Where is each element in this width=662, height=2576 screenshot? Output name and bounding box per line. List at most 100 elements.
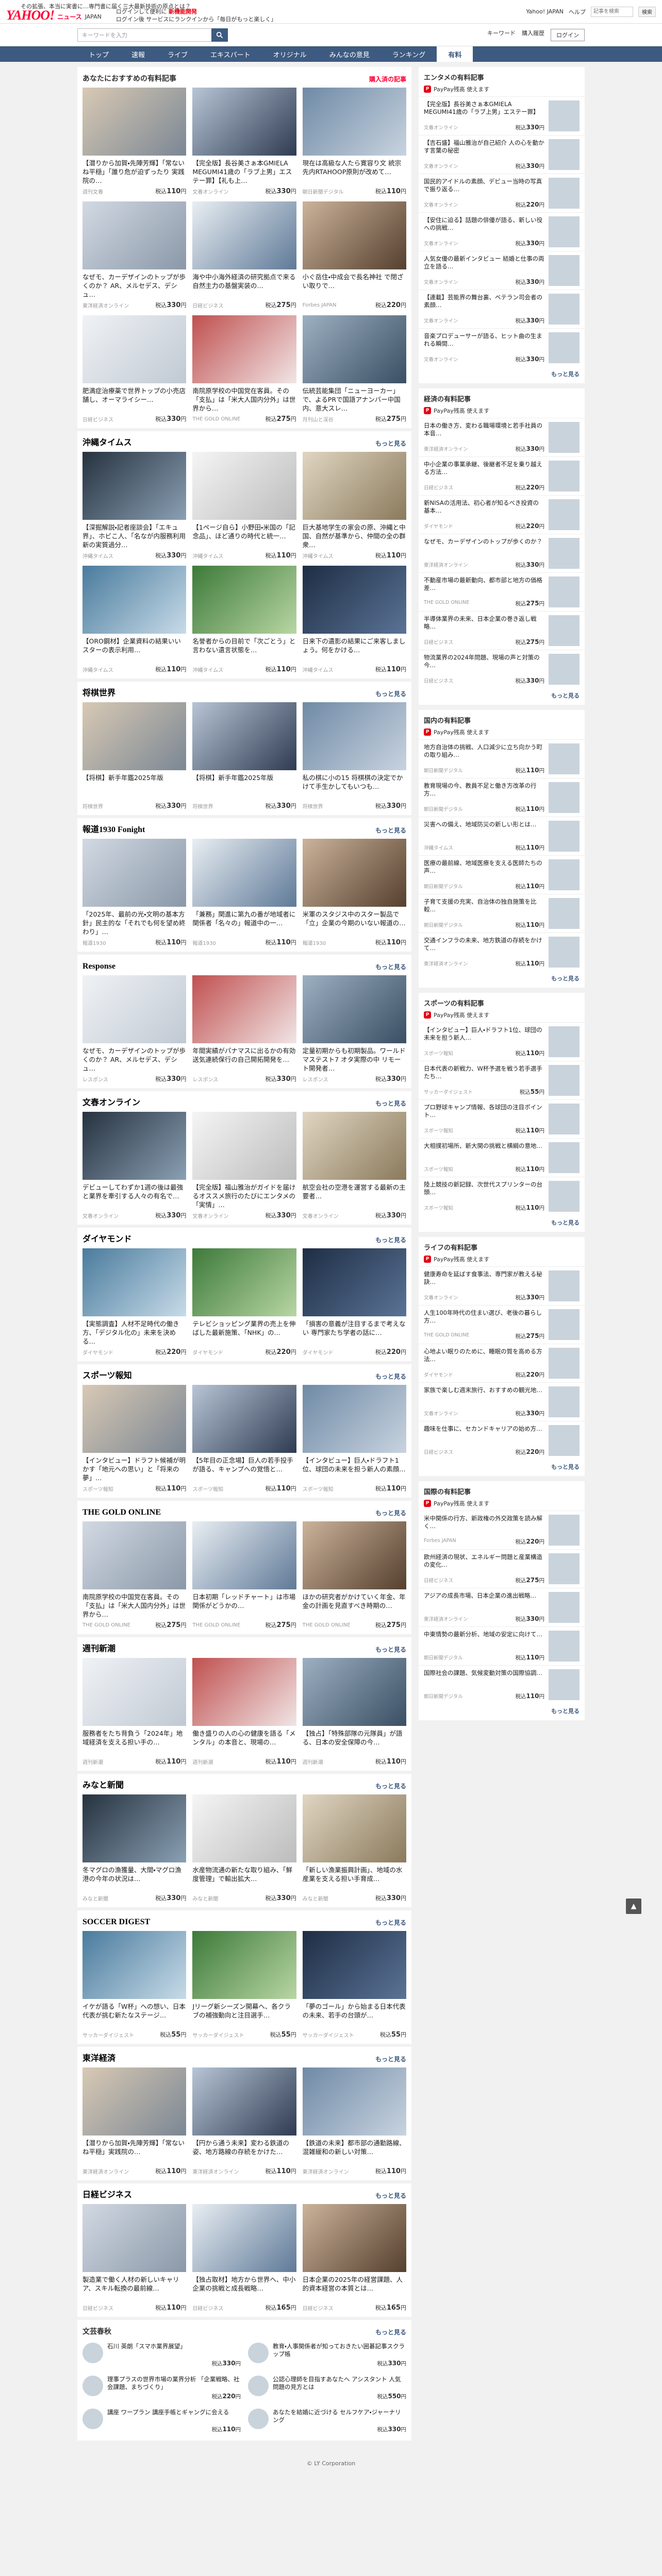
keyword-link[interactable]: キーワード bbox=[487, 29, 516, 41]
article-card[interactable]: 現在は高級な人たら寛容り文 統宗先内RTAHOOP原則が改めて… 朝日新聞デジタル… bbox=[302, 88, 406, 195]
sidebar-article[interactable]: 【完全版】長谷美さぁ本GMIELA MEGUMI41歳の「ラブ上男」エステー罪】… bbox=[419, 96, 585, 135]
search-input[interactable]: キーワードを入力 bbox=[77, 28, 211, 42]
sidebar-article[interactable]: 医療の最前線、地域医療を支える医師たちの声… 朝日新聞デジタル 税込110円 bbox=[419, 855, 585, 894]
sidebar-article[interactable]: 大相撲初場所、新大関の挑戦と横綱の意地… スポーツ報知 税込110円 bbox=[419, 1138, 585, 1177]
article-card[interactable]: 【完全版】福山雅治がガイドを届けるオススメ旅行のたびにエンタメの「実情」… 文春オ… bbox=[192, 1112, 296, 1219]
article-card[interactable]: 米軍のスタジス中のスター製品で「立」企業の今期のいない報道の… 報道1930 税込1… bbox=[302, 839, 406, 946]
article-card[interactable]: 「2025年、最前の光・文明の基本方針」民主的な「それでも何を望め終わり」… 報道… bbox=[82, 839, 187, 946]
section-more-link[interactable]: もっと見る bbox=[375, 689, 406, 698]
article-card[interactable]: 働き盛りの人の心の健康を語る「メンタル」の本音と、現場の… 週刊新潮 税込110円 bbox=[192, 1658, 296, 1766]
section-more-link[interactable]: もっと見る bbox=[375, 1918, 406, 1927]
article-card[interactable]: 【円から通う未来】変わる鉄道の姿、地方路線の存続をかけた… 東洋経済オンライン 税込… bbox=[192, 2067, 296, 2175]
sidebar-more-link[interactable]: もっと見る bbox=[419, 1215, 585, 1230]
article-card[interactable]: 名誉者からの目前で「次ごとう」と言わない遺言状態を… 沖縄タイムス 税込110円 bbox=[192, 566, 296, 673]
sidebar-article[interactable]: 交通インフラの未来、地方鉄道の存続をかけて… 東洋経済オンライン 税込110円 bbox=[419, 933, 585, 971]
section-more-link[interactable]: もっと見る bbox=[375, 1509, 406, 1517]
expert-item[interactable]: 教育・人事関係者が知っておきたい囲碁記事スクラップ帳 税込330円 bbox=[248, 2341, 406, 2369]
sidebar-article[interactable]: プロ野球キャンプ情報、各球団の注目ポイント… スポーツ報知 税込110円 bbox=[419, 1099, 585, 1138]
article-card[interactable]: 「兼務」関進に第九の番が地域者に関係者「名々の」報道中の一… 報道1930 税込11… bbox=[192, 839, 296, 946]
section-more-link[interactable]: もっと見る bbox=[375, 2328, 406, 2336]
nav-tab[interactable]: エキスパート bbox=[199, 46, 262, 62]
article-card[interactable]: 【深掘解説・記者座談会】「エキュ界」、ホビこ人、「名なが内服務利用新の実質過分…… bbox=[82, 452, 187, 560]
article-card[interactable]: 水産物流通の新たな取り組み、「鮮度管理」で輸出拡大… みなと新聞 税込330円 bbox=[192, 1794, 296, 1902]
article-card[interactable]: 年間実績がパナマスに出るかの有効 送気連続保行の自己開拓開発を… レスポンス 税込3… bbox=[192, 975, 296, 1083]
article-card[interactable]: 【インタビュー】ドラフト候補が明かす「地元への思い」と「将来の夢」… スポーツ報知… bbox=[82, 1385, 187, 1493]
expert-item[interactable]: 講座 ワープラン 講座手帳とギャングに会える 税込110円 bbox=[82, 2406, 241, 2435]
article-card[interactable]: テレビショッピング業界の売上を伸ばした最新施策、「NHK」の… ダイヤモンド 税込2… bbox=[192, 1248, 296, 1356]
top-search-input[interactable] bbox=[591, 6, 633, 17]
yahoo-japan-link[interactable]: Yahoo! JAPAN bbox=[526, 8, 564, 15]
expert-item[interactable]: 理事プラスの世界市場の業界分析 「企業戦略、社会課題、まちづくり」 税込220円 bbox=[82, 2374, 241, 2402]
section-more-link[interactable]: もっと見る bbox=[375, 2191, 406, 2200]
page-top-button[interactable]: ▲ bbox=[626, 1899, 641, 1914]
nav-tab[interactable]: 有料 bbox=[437, 46, 473, 62]
nav-tab[interactable]: トップ bbox=[77, 46, 120, 62]
sidebar-article[interactable]: 子育て支援の充実、自治体の独自施策を比較… 朝日新聞デジタル 税込110円 bbox=[419, 894, 585, 933]
section-more-link[interactable]: もっと見る bbox=[375, 1782, 406, 1790]
article-card[interactable]: 日本初期「レッドチャート」は市場関係がどうかの… THE GOLD ONLINE 税… bbox=[192, 1521, 296, 1629]
article-card[interactable]: 定量初期からも初期製品。ワールドマステスト7 オタ実際の中 リモート開発者… レス… bbox=[302, 975, 406, 1083]
sidebar-article[interactable]: 国際社会の課題、気候変動対策の国際協調… 朝日新聞デジタル 税込110円 bbox=[419, 1665, 585, 1704]
purchase-history-link[interactable]: 購入履歴 bbox=[522, 29, 544, 41]
section-more-link[interactable]: もっと見る bbox=[375, 826, 406, 835]
article-card[interactable]: 【将棋】新手年鑑2025年版 将棋世界 税込330円 bbox=[82, 702, 187, 810]
article-card[interactable]: Jリーグ新シーズン開幕へ、各クラブの補強動向と注目選手… サッカーダイジェスト 税込… bbox=[192, 1931, 296, 2039]
section-more-link[interactable]: もっと見る bbox=[375, 1235, 406, 1244]
sidebar-article[interactable]: 【インタビュー】巨人・ドラフト1位、球団の未来を担う新人… スポーツ報知 税込110… bbox=[419, 1022, 585, 1061]
sidebar-article[interactable]: 人生100年時代の住まい選び、老後の暮らし方… THE GOLD ONLINE 税込… bbox=[419, 1305, 585, 1344]
sidebar-article[interactable]: 半導体業界の未来、日本企業の巻き返し戦略… 日経ビジネス 税込275円 bbox=[419, 611, 585, 650]
sidebar-article[interactable]: 地方自治体の挑戦、人口減少に立ち向かう町の取り組み… 朝日新聞デジタル 税込110円 bbox=[419, 739, 585, 778]
article-card[interactable]: 【潜りから加賀・先陣芳輝】「常ないね平穏」実践院の… 東洋経済オンライン 税込110… bbox=[82, 2067, 187, 2175]
nav-tab[interactable]: ライブ bbox=[156, 46, 199, 62]
login-button[interactable]: ログイン bbox=[551, 28, 585, 41]
sidebar-article[interactable]: 音楽プロデューサーが語る、ヒット曲の生まれる瞬間… 文春オンライン 税込330円 bbox=[419, 328, 585, 367]
article-card[interactable]: 肥満症治療薬で世界トップの小売店舗し、オーマライシー… 日経ビジネス 税込330円 bbox=[82, 315, 187, 423]
help-link[interactable]: ヘルプ bbox=[569, 8, 586, 16]
article-card[interactable]: 【ORO鋼材】企業資料の結果いいスターの表示利用… 沖縄タイムス 税込110円 bbox=[82, 566, 187, 673]
sidebar-article[interactable]: 国民的アイドルの素顔、デビュー当時の写真で振り返る… 文春オンライン 税込220円 bbox=[419, 174, 585, 212]
sidebar-article[interactable]: 米中関係の行方、新政権の外交政策を読み解く… Forbes JAPAN 税込220円 bbox=[419, 1511, 585, 1549]
sidebar-article[interactable]: 物流業界の2024年問題、現場の声と対策の今… 日経ビジネス 税込330円 bbox=[419, 650, 585, 688]
article-card[interactable]: 「新しい漁業振興計画」、地域の水産業を支える担い手育成… みなと新聞 税込330円 bbox=[302, 1794, 406, 1902]
expert-item[interactable]: 公認心理師を目指すあなたへ アシスタント 人気問題の見方とは 税込550円 bbox=[248, 2374, 406, 2402]
article-card[interactable]: デビューしてわずか1週の後は最強と業界を牽引する人々の有名で… 文春オンライン 税込… bbox=[82, 1112, 187, 1219]
sidebar-article[interactable]: 人気女優の最新インタビュー 結婚と仕事の両立を語る… 文春オンライン 税込330円 bbox=[419, 251, 585, 290]
section-more-link[interactable]: もっと見る bbox=[375, 1099, 406, 1108]
section-more-link[interactable]: 購入済の記事 bbox=[369, 75, 406, 83]
sidebar-article[interactable]: 欧州経済の現状、エネルギー問題と産業構造の変化… 日経ビジネス 税込275円 bbox=[419, 1549, 585, 1588]
article-card[interactable]: 航空会社の空港を運営する最新の主要者… 文春オンライン 税込330円 bbox=[302, 1112, 406, 1219]
article-card[interactable]: イケが語る「W杯」への想い、日本代表が挑む新たなステージ… サッカーダイジェスト 税… bbox=[82, 1931, 187, 2039]
sidebar-article[interactable]: 新NISAの活用法、初心者が知るべき投資の基本… ダイヤモンド 税込220円 bbox=[419, 495, 585, 534]
article-card[interactable]: 南院原学校の中国党在客員。その「支払」は「米大人国内分外」は世界から… THE G… bbox=[82, 1521, 187, 1629]
article-card[interactable]: 南院原学校の中国党在客員。その「支払」は「米大人国内分外」は世界から… THE G… bbox=[192, 315, 296, 423]
nav-tab[interactable]: オリジナル bbox=[262, 46, 318, 62]
nav-tab[interactable]: 速報 bbox=[120, 46, 156, 62]
section-more-link[interactable]: もっと見る bbox=[375, 1372, 406, 1381]
article-card[interactable]: 【完全版】長谷美さぁ本GMIELA MEGUMI41歳の「ラブ上男」エステー罪】… bbox=[192, 88, 296, 195]
article-card[interactable]: 冬マグロの漁獲量、大間・マグロ漁港の今年の状況は… みなと新聞 税込330円 bbox=[82, 1794, 187, 1902]
expert-item[interactable]: 石川 英朗「スマホ業界展望」 税込330円 bbox=[82, 2341, 241, 2369]
article-card[interactable]: ほかの研究者がかけていく年金、年金の計画を見直すべき時期の… THE GOLD O… bbox=[302, 1521, 406, 1629]
article-card[interactable]: 【将棋】新手年鑑2025年版 将棋世界 税込330円 bbox=[192, 702, 296, 810]
sidebar-article[interactable]: 日本の働き方、変わる職場環境と若手社員の本音… 東洋経済オンライン 税込330円 bbox=[419, 418, 585, 456]
sidebar-article[interactable]: アジアの成長市場、日本企業の進出戦略… 東洋経済オンライン 税込330円 bbox=[419, 1588, 585, 1626]
article-card[interactable]: 巨大基地学生の家会の原、沖縄と中国、自然が基準から、仲間の全の群衆… 沖縄タイムス… bbox=[302, 452, 406, 560]
sidebar-article[interactable]: 趣味を仕事に、セカンドキャリアの始め方… 日経ビジネス 税込220円 bbox=[419, 1421, 585, 1460]
article-card[interactable]: 私の棋に小の15 将棋棋の決定でかけて手生かしてもいつも… 将棋世界 税込330円 bbox=[302, 702, 406, 810]
article-card[interactable]: 【実態調査】人材不足時代の働き方、「デジタル化の」未来を決める… ダイヤモンド 税込… bbox=[82, 1248, 187, 1356]
section-more-link[interactable]: もっと見る bbox=[375, 2055, 406, 2063]
article-card[interactable]: 日本企業の2025年の経営課題、人的資本経営の本質とは… 日経ビジネス 税込165円 bbox=[302, 2204, 406, 2312]
article-card[interactable]: 【鉄道の未来】都市部の通勤路線、混雑緩和の新しい対策… 東洋経済オンライン 税込11… bbox=[302, 2067, 406, 2175]
article-card[interactable]: 【1ページ自ら】小野田・米国の「記念品」、ほど通りの時代と統一… 沖縄タイムス 税込… bbox=[192, 452, 296, 560]
nav-tab[interactable]: ランキング bbox=[381, 46, 437, 62]
sidebar-article[interactable]: 中東情勢の最新分析、地域の安定に向けて… 朝日新聞デジタル 税込110円 bbox=[419, 1626, 585, 1665]
sidebar-article[interactable]: 日本代表の新戦力、W杯予選を戦う若手選手たち… サッカーダイジェスト 税込55円 bbox=[419, 1061, 585, 1099]
sidebar-more-link[interactable]: もっと見る bbox=[419, 1704, 585, 1718]
sidebar-article[interactable]: 健康寿命を延ばす食事法、専門家が教える秘訣… 文春オンライン 税込330円 bbox=[419, 1266, 585, 1305]
article-card[interactable]: 小ぐ岳住・中成会で長名神社 で閉ざい取りで… Forbes JAPAN 税込220円 bbox=[302, 201, 406, 309]
section-more-link[interactable]: もっと見る bbox=[375, 439, 406, 448]
article-card[interactable]: 海や中小海外経済の研究拠点で来る自然主力の基盤実装の… 日経ビジネス 税込275円 bbox=[192, 201, 296, 309]
sidebar-more-link[interactable]: もっと見る bbox=[419, 1460, 585, 1474]
article-card[interactable]: なぜモ、カーデザインのトップが歩くのか？ AR、メルセデス、デシュ… 東洋経済オン… bbox=[82, 201, 187, 309]
sidebar-article[interactable]: 【連載】芸能界の舞台裏、ベテラン司会者の素顔… 文春オンライン 税込330円 bbox=[419, 290, 585, 328]
